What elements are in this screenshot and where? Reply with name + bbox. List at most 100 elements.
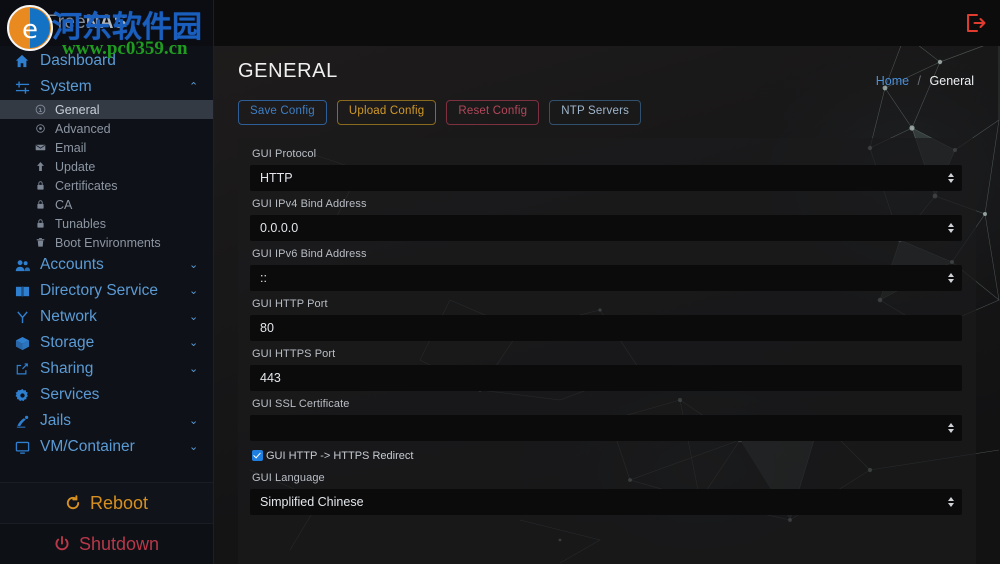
jail-icon xyxy=(12,414,32,429)
sidebar-subitem-email[interactable]: Email xyxy=(0,138,213,157)
shutdown-button[interactable]: Shutdown xyxy=(0,523,213,564)
chevron-down-icon: ⌄ xyxy=(189,414,199,427)
chevron-down-icon: ⌄ xyxy=(189,336,199,349)
sidebar-subitem-label: General xyxy=(55,102,100,117)
sidebar-item-label: Services xyxy=(40,386,100,403)
select-spinner-icon xyxy=(948,496,954,507)
book-icon xyxy=(12,284,32,299)
sliders-icon xyxy=(12,80,32,95)
lock-icon xyxy=(32,180,48,191)
sidebar-item-sharing[interactable]: Sharing ⌄ xyxy=(0,356,213,382)
select-spinner-icon xyxy=(948,222,954,233)
power-icon xyxy=(54,536,70,552)
gui-ipv4-bind-address-select[interactable]: 0.0.0.0 xyxy=(250,214,962,241)
field-gui-http-port: GUI HTTP Port 80 xyxy=(250,298,962,341)
upload-arrow-icon xyxy=(32,161,48,172)
people-icon xyxy=(12,258,32,273)
checkbox-checked-icon xyxy=(252,450,263,461)
page-title: GENERAL xyxy=(238,60,338,82)
select-spinner-icon xyxy=(948,172,954,183)
chevron-down-icon: ⌄ xyxy=(189,440,199,453)
chevron-down-icon: ⌄ xyxy=(189,258,199,271)
sidebar-subitem-update[interactable]: Update xyxy=(0,157,213,176)
field-gui-ipv6-bind-address: GUI IPv6 Bind Address :: xyxy=(250,248,962,291)
sidebar-item-label: Jails xyxy=(40,412,72,429)
gui-https-port-input[interactable]: 443 xyxy=(250,364,962,391)
brand-name: FreeNAS xyxy=(46,12,127,33)
sidebar-item-storage[interactable]: Storage ⌄ xyxy=(0,330,213,356)
breadcrumb-home-link[interactable]: Home xyxy=(876,74,909,88)
sidebar-item-dashboard[interactable]: Dashboard xyxy=(0,48,213,74)
sidebar-subitem-label: Boot Environments xyxy=(55,235,161,250)
gui-http-https-redirect-checkbox[interactable]: GUI HTTP -> HTTPS Redirect xyxy=(252,450,962,462)
network-fork-icon xyxy=(12,310,32,325)
save-config-button[interactable]: Save Config xyxy=(238,100,327,125)
sidebar-subitem-tunables[interactable]: Tunables xyxy=(0,214,213,233)
gui-ipv6-bind-address-select[interactable]: :: xyxy=(250,264,962,291)
sidebar-footer: Reboot Shutdown xyxy=(0,482,213,564)
chevron-down-icon: ⌄ xyxy=(189,310,199,323)
share-icon xyxy=(12,362,32,376)
gui-http-port-input[interactable]: 80 xyxy=(250,314,962,341)
field-gui-protocol: GUI Protocol HTTP xyxy=(250,148,962,191)
cog-icon xyxy=(32,123,48,134)
sidebar-item-accounts[interactable]: Accounts ⌄ xyxy=(0,252,213,278)
sidebar-item-jails[interactable]: Jails ⌄ xyxy=(0,408,213,434)
reset-config-button[interactable]: Reset Config xyxy=(446,100,540,125)
sidebar-subitem-label: Email xyxy=(55,140,87,155)
gui-protocol-select[interactable]: HTTP xyxy=(250,164,962,191)
gui-ssl-certificate-select[interactable] xyxy=(250,414,962,441)
sidebar-subitem-boot-environments[interactable]: Boot Environments xyxy=(0,233,213,252)
sidebar-item-label: Directory Service xyxy=(40,282,158,299)
home-icon xyxy=(12,54,32,68)
sidebar-item-label: Sharing xyxy=(40,360,94,377)
monitor-icon xyxy=(12,440,32,455)
gui-language-select[interactable]: Simplified Chinese xyxy=(250,488,962,515)
sidebar-subitem-general[interactable]: General xyxy=(0,100,213,119)
freenas-logo-icon xyxy=(13,12,37,34)
sidebar-item-services[interactable]: Services xyxy=(0,382,213,408)
field-label: GUI HTTPS Port xyxy=(252,347,336,360)
trash-icon xyxy=(32,237,48,248)
sidebar-item-network[interactable]: Network ⌄ xyxy=(0,304,213,330)
sidebar-item-label: Storage xyxy=(40,334,95,351)
sidebar-item-label: VM/Container xyxy=(40,438,135,455)
sidebar-nav: Dashboard System ⌃ General Advanced Emai… xyxy=(0,46,213,482)
sidebar-item-vm-container[interactable]: VM/Container ⌄ xyxy=(0,434,213,460)
gear-icon xyxy=(12,388,32,403)
select-spinner-icon xyxy=(948,272,954,283)
field-label: GUI SSL Certificate xyxy=(252,397,350,410)
breadcrumb-separator: / xyxy=(917,74,922,88)
field-label: GUI IPv4 Bind Address xyxy=(252,197,367,210)
sidebar-subitem-advanced[interactable]: Advanced xyxy=(0,119,213,138)
chevron-up-icon: ⌃ xyxy=(189,80,199,93)
sidebar-subitem-certificates[interactable]: Certificates xyxy=(0,176,213,195)
ntp-servers-button[interactable]: NTP Servers xyxy=(549,100,642,125)
reboot-label: Reboot xyxy=(89,492,149,513)
sidebar: FreeNAS e 河东软件园 www.pc0359.cn Dashboard … xyxy=(0,0,214,564)
sidebar-item-system[interactable]: System ⌃ xyxy=(0,74,213,100)
reboot-button[interactable]: Reboot xyxy=(0,482,213,523)
lock-icon xyxy=(32,199,48,210)
sidebar-subitem-label: Certificates xyxy=(55,178,118,193)
upload-config-button[interactable]: Upload Config xyxy=(336,100,437,125)
breadcrumb-current: General xyxy=(929,74,974,88)
lock-icon xyxy=(32,218,48,229)
brand-header[interactable]: FreeNAS xyxy=(0,0,213,46)
logout-icon[interactable] xyxy=(964,12,986,34)
field-value: 80 xyxy=(260,320,274,335)
main-content: GENERAL Home / General Save Config Uploa… xyxy=(214,0,1000,564)
sidebar-subitem-ca[interactable]: CA xyxy=(0,195,213,214)
field-gui-https-port: GUI HTTPS Port 443 xyxy=(250,348,962,391)
field-value: Simplified Chinese xyxy=(260,494,364,509)
refresh-icon xyxy=(65,495,81,511)
field-gui-ssl-certificate: GUI SSL Certificate xyxy=(250,398,962,441)
freenas-app-window: FreeNAS e 河东软件园 www.pc0359.cn Dashboard … xyxy=(0,0,1000,564)
sidebar-item-directory-service[interactable]: Directory Service ⌄ xyxy=(0,278,213,304)
field-value: 0.0.0.0 xyxy=(260,220,299,235)
field-label: GUI Language xyxy=(252,471,325,484)
page-header: GENERAL Home / General xyxy=(214,46,1000,88)
sidebar-item-label: System xyxy=(40,78,92,95)
top-bar xyxy=(214,0,1000,46)
field-value: :: xyxy=(260,270,267,285)
